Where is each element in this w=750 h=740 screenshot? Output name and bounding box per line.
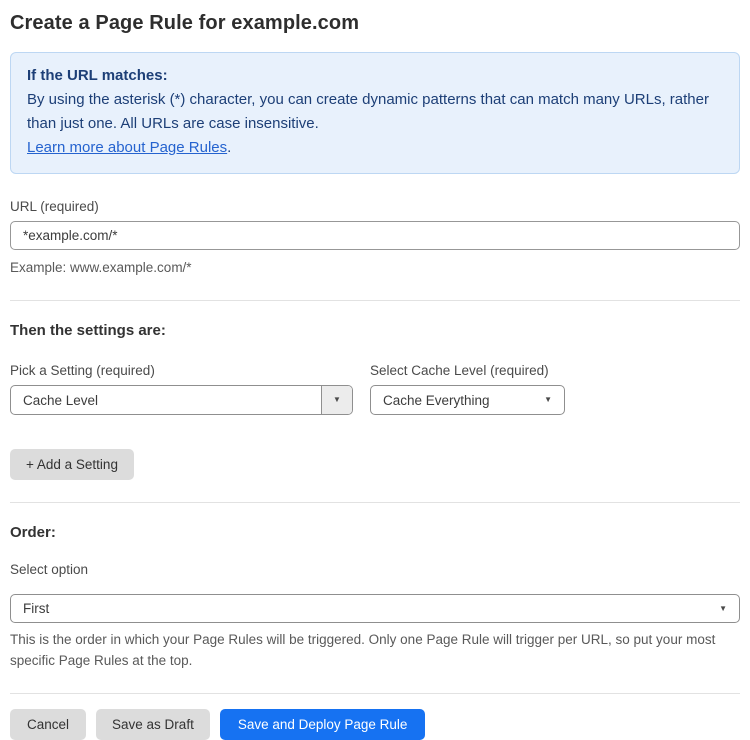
url-input[interactable] bbox=[10, 221, 740, 250]
create-page-rule-form: Create a Page Rule for example.com If th… bbox=[0, 0, 750, 740]
chevron-down-icon: ▼ bbox=[544, 395, 552, 404]
setting-picker-select[interactable]: Cache Level ▼ bbox=[10, 385, 353, 415]
info-box-body: By using the asterisk (*) character, you… bbox=[27, 91, 709, 132]
settings-heading: Then the settings are: bbox=[10, 322, 166, 339]
link-suffix: . bbox=[227, 139, 232, 156]
save-as-draft-button[interactable]: Save as Draft bbox=[96, 709, 210, 740]
order-section: Order: Select option First ▼ This is the… bbox=[10, 524, 740, 671]
url-example-helper: Example: www.example.com/* bbox=[10, 260, 192, 275]
url-matches-info-box: If the URL matches: By using the asteris… bbox=[10, 52, 740, 174]
chevron-down-icon: ▼ bbox=[333, 395, 341, 404]
info-box-heading: If the URL matches: bbox=[27, 67, 168, 84]
setting-picker-group: Pick a Setting (required) Cache Level ▼ bbox=[10, 363, 353, 415]
cache-level-value: Cache Everything bbox=[383, 392, 490, 408]
settings-section: Then the settings are: Pick a Setting (r… bbox=[10, 322, 740, 480]
order-select-label: Select option bbox=[10, 562, 89, 577]
setting-picker-value: Cache Level bbox=[23, 392, 99, 408]
add-setting-button[interactable]: + Add a Setting bbox=[10, 449, 134, 480]
page-title: Create a Page Rule for example.com bbox=[10, 12, 360, 34]
cache-level-select[interactable]: Cache Everything ▼ bbox=[370, 385, 565, 415]
chevron-down-icon: ▼ bbox=[719, 603, 727, 613]
setting-picker-arrow-segment[interactable]: ▼ bbox=[321, 386, 352, 414]
url-section: URL (required) Example: www.example.com/… bbox=[10, 199, 740, 278]
divider bbox=[10, 693, 740, 694]
setting-picker-label: Pick a Setting (required) bbox=[10, 363, 155, 378]
divider bbox=[10, 502, 740, 503]
url-field-label: URL (required) bbox=[10, 199, 99, 214]
learn-more-link[interactable]: Learn more about Page Rules bbox=[27, 139, 227, 156]
order-helper-text: This is the order in which your Page Rul… bbox=[10, 632, 716, 668]
divider bbox=[10, 300, 740, 301]
info-box-link-line: Learn more about Page Rules. bbox=[27, 136, 723, 160]
settings-row: Pick a Setting (required) Cache Level ▼ … bbox=[10, 363, 740, 415]
order-heading: Order: bbox=[10, 524, 56, 541]
footer-actions: Cancel Save as Draft Save and Deploy Pag… bbox=[10, 709, 740, 740]
cache-level-label: Select Cache Level (required) bbox=[370, 363, 549, 378]
save-and-deploy-button[interactable]: Save and Deploy Page Rule bbox=[219, 709, 426, 740]
order-select[interactable]: First ▼ bbox=[10, 594, 740, 623]
cache-level-picker-group: Select Cache Level (required) Cache Ever… bbox=[370, 363, 565, 415]
order-select-value: First bbox=[23, 601, 50, 616]
cancel-button[interactable]: Cancel bbox=[10, 709, 87, 740]
